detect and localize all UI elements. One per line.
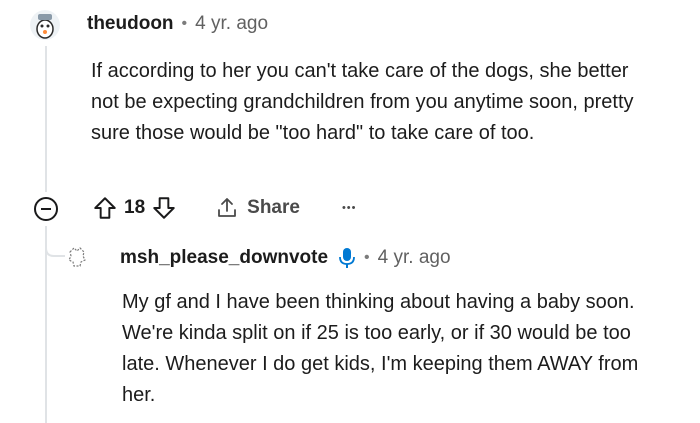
- thread-line-top: [45, 46, 47, 192]
- comment-time: 4 yr. ago: [195, 13, 269, 34]
- comment-meta: theudoon • 4 yr. ago: [87, 13, 268, 35]
- thread-connector: [45, 226, 65, 257]
- downvote-icon[interactable]: [151, 195, 177, 221]
- comment-username[interactable]: theudoon: [87, 13, 174, 35]
- meta-separator: •: [181, 15, 188, 32]
- comment-actions: 18 Share •••: [92, 195, 357, 221]
- collapse-icon[interactable]: [34, 197, 58, 221]
- share-label: Share: [247, 197, 300, 218]
- reply-meta-separator: •: [364, 249, 370, 266]
- downvote-button[interactable]: [151, 195, 177, 221]
- share-button[interactable]: Share: [215, 196, 300, 220]
- reply-meta: msh_please_downvote • 4 yr. ago: [120, 247, 451, 269]
- avatar-theudoon[interactable]: [30, 10, 60, 40]
- vote-count: 18: [124, 197, 146, 218]
- upvote-icon[interactable]: [92, 195, 118, 221]
- avatar-msh[interactable]: [64, 244, 90, 270]
- more-icon[interactable]: •••: [342, 202, 357, 214]
- comment-body: If according to her you can't take care …: [91, 60, 634, 144]
- reply-body: My gf and I have been thinking about hav…: [122, 291, 639, 406]
- reply-username[interactable]: msh_please_downvote: [120, 247, 328, 269]
- share-icon: [218, 198, 237, 217]
- upvote-button[interactable]: [92, 195, 118, 221]
- reply-time: 4 yr. ago: [377, 247, 451, 268]
- microphone-icon: [339, 248, 355, 268]
